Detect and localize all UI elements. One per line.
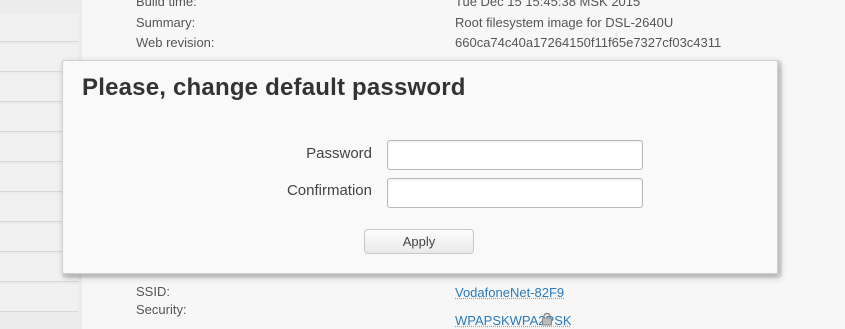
password-input[interactable] (387, 140, 643, 170)
ssid-label: SSID: (136, 284, 170, 299)
security-label: Security: (136, 302, 187, 317)
confirmation-input[interactable] (387, 178, 643, 208)
summary-value: Root filesystem image for DSL-2640U (455, 15, 674, 30)
apply-button[interactable]: Apply (364, 229, 474, 254)
lock-icon (542, 312, 552, 326)
security-link[interactable]: WPAPSKWPA2PSK (455, 313, 572, 328)
summary-label: Summary: (136, 15, 196, 30)
dialog-title: Please, change default password (82, 74, 466, 101)
build-time-label: Build time: (136, 0, 197, 9)
web-revision-label: Web revision: (136, 35, 215, 50)
build-time-value: Tue Dec 15 15:45:38 MSK 2015 (455, 0, 641, 9)
confirmation-label: Confirmation (286, 182, 372, 199)
sidebar-item[interactable] (0, 284, 78, 312)
sidebar-item[interactable] (0, 14, 78, 42)
ssid-link[interactable]: VodafoneNet-82F9 (455, 285, 564, 300)
password-label: Password (306, 145, 372, 162)
web-revision-value: 660ca74c40a17264150f11f65e7327cf03c4311 (455, 35, 722, 50)
